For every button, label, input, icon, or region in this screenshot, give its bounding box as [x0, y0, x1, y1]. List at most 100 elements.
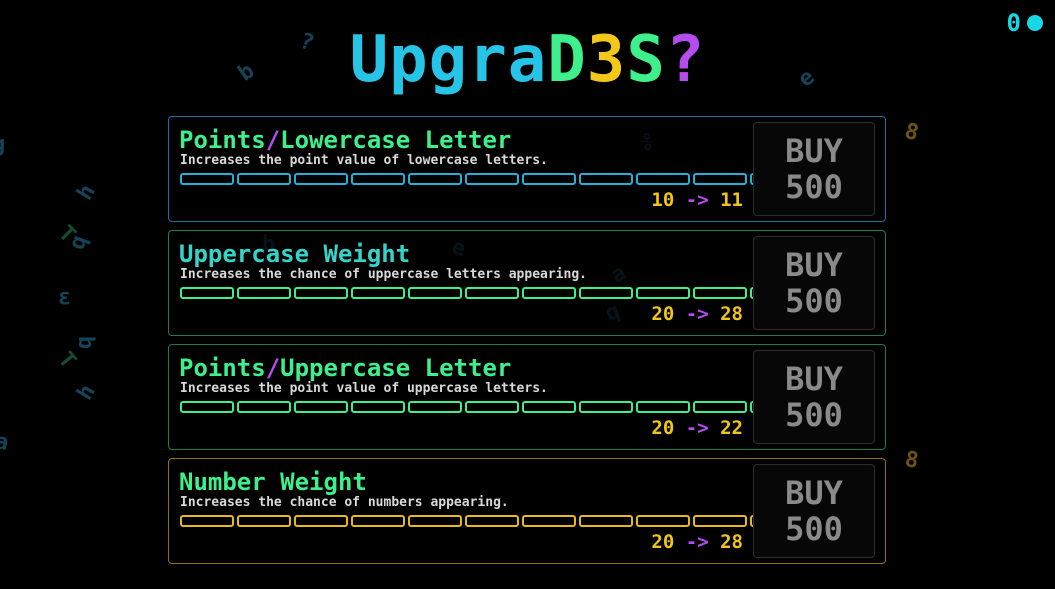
level-segment — [351, 173, 405, 185]
upgrade-list: Points/Lowercase Letter Increases the poi… — [168, 116, 886, 572]
falling-letter: q — [72, 335, 98, 350]
level-segment — [522, 401, 576, 413]
next-value: 28 — [720, 531, 743, 553]
current-value: 20 — [651, 531, 675, 553]
upgrade-card: Number Weight Increases the chance of num… — [168, 458, 886, 564]
level-segment — [522, 287, 576, 299]
title-segment: 3 — [586, 23, 627, 97]
level-segment — [636, 515, 690, 527]
upgrade-value-change: 20 -> 22 — [609, 417, 743, 439]
upgrade-value-change: 20 -> 28 — [609, 303, 743, 325]
next-value: 22 — [720, 417, 743, 439]
upgrade-name-part: / — [265, 126, 281, 154]
next-value: 11 — [720, 189, 743, 211]
title-segment: S — [626, 23, 666, 97]
level-segment — [294, 173, 348, 185]
upgrade-name-part: Points — [179, 126, 266, 154]
level-segment — [579, 515, 633, 527]
page-title: UpgraD3S? — [0, 24, 1055, 96]
current-value: 10 — [651, 189, 675, 211]
upgrade-name: Number Weight — [179, 468, 367, 496]
level-segment — [693, 515, 747, 527]
level-segment — [579, 401, 633, 413]
level-segment — [579, 287, 633, 299]
buy-cost: 500 — [785, 510, 843, 548]
buy-cost: 500 — [785, 168, 843, 206]
level-segment — [180, 287, 234, 299]
upgrade-name: Points/Uppercase Letter — [179, 354, 511, 382]
level-progress-bar — [180, 515, 804, 527]
level-segment — [180, 515, 234, 527]
level-segment — [636, 173, 690, 185]
falling-letter: 8 — [902, 447, 921, 474]
upgrade-description: Increases the point value of uppercase l… — [180, 381, 548, 396]
upgrade-card: Points/Uppercase Letter Increases the poi… — [168, 344, 886, 450]
falling-letter: ε — [58, 285, 72, 310]
level-segment — [636, 287, 690, 299]
upgrade-description: Increases the chance of uppercase letter… — [180, 267, 587, 282]
level-progress-bar — [180, 287, 804, 299]
level-segment — [294, 287, 348, 299]
level-segment — [465, 287, 519, 299]
level-segment — [465, 515, 519, 527]
level-segment — [522, 515, 576, 527]
level-progress-bar — [180, 401, 804, 413]
buy-cost: 500 — [785, 396, 843, 434]
buy-label: BUY — [785, 360, 843, 398]
level-segment — [237, 287, 291, 299]
upgrade-name: Points/Lowercase Letter — [179, 126, 511, 154]
level-segment — [351, 515, 405, 527]
buy-cost: 500 — [785, 282, 843, 320]
falling-letter: g — [0, 132, 5, 157]
arrow: -> — [685, 417, 709, 439]
level-segment — [180, 401, 234, 413]
falling-letter: q — [64, 231, 93, 254]
level-segment — [237, 515, 291, 527]
upgrade-name-part: Number Weight — [179, 468, 367, 496]
level-segment — [408, 515, 462, 527]
falling-letter: h — [72, 380, 101, 405]
upgrade-value-change: 10 -> 11 — [609, 189, 743, 211]
level-segment — [408, 401, 462, 413]
level-segment — [693, 287, 747, 299]
level-segment — [351, 401, 405, 413]
game-screen: b?e88hTqεqThag%aeqb 0 UpgraD3S? Points/L… — [0, 0, 1055, 589]
level-segment — [465, 401, 519, 413]
upgrade-description: Increases the point value of lowercase l… — [180, 153, 548, 168]
level-segment — [237, 173, 291, 185]
level-segment — [408, 287, 462, 299]
level-segment — [522, 173, 576, 185]
falling-letter: T — [53, 220, 81, 249]
next-value: 28 — [720, 303, 743, 325]
buy-label: BUY — [785, 474, 843, 512]
level-segment — [237, 401, 291, 413]
upgrade-name-part: Uppercase Letter — [280, 354, 512, 382]
level-segment — [636, 401, 690, 413]
level-segment — [180, 173, 234, 185]
buy-label: BUY — [785, 132, 843, 170]
title-segment: ? — [665, 23, 706, 97]
title-segment: Upgra — [349, 23, 548, 97]
arrow: -> — [685, 531, 709, 553]
buy-button[interactable]: BUY 500 — [753, 464, 875, 558]
falling-letter: a — [0, 429, 11, 456]
arrow: -> — [685, 189, 709, 211]
buy-label: BUY — [785, 246, 843, 284]
upgrade-name: Uppercase Weight — [179, 240, 410, 268]
current-value: 20 — [651, 417, 675, 439]
buy-button[interactable]: BUY 500 — [753, 350, 875, 444]
buy-button[interactable]: BUY 500 — [753, 122, 875, 216]
level-progress-bar — [180, 173, 804, 185]
upgrade-name-part: / — [265, 354, 281, 382]
falling-letter: h — [72, 180, 101, 205]
level-segment — [693, 401, 747, 413]
upgrade-description: Increases the chance of numbers appearin… — [180, 495, 509, 510]
level-segment — [693, 173, 747, 185]
current-value: 20 — [651, 303, 675, 325]
falling-letter: 8 — [901, 118, 922, 147]
upgrade-card: Points/Lowercase Letter Increases the poi… — [168, 116, 886, 222]
upgrade-card: Uppercase Weight Increases the chance of … — [168, 230, 886, 336]
buy-button[interactable]: BUY 500 — [753, 236, 875, 330]
level-segment — [294, 401, 348, 413]
title-segment: D — [547, 23, 587, 97]
